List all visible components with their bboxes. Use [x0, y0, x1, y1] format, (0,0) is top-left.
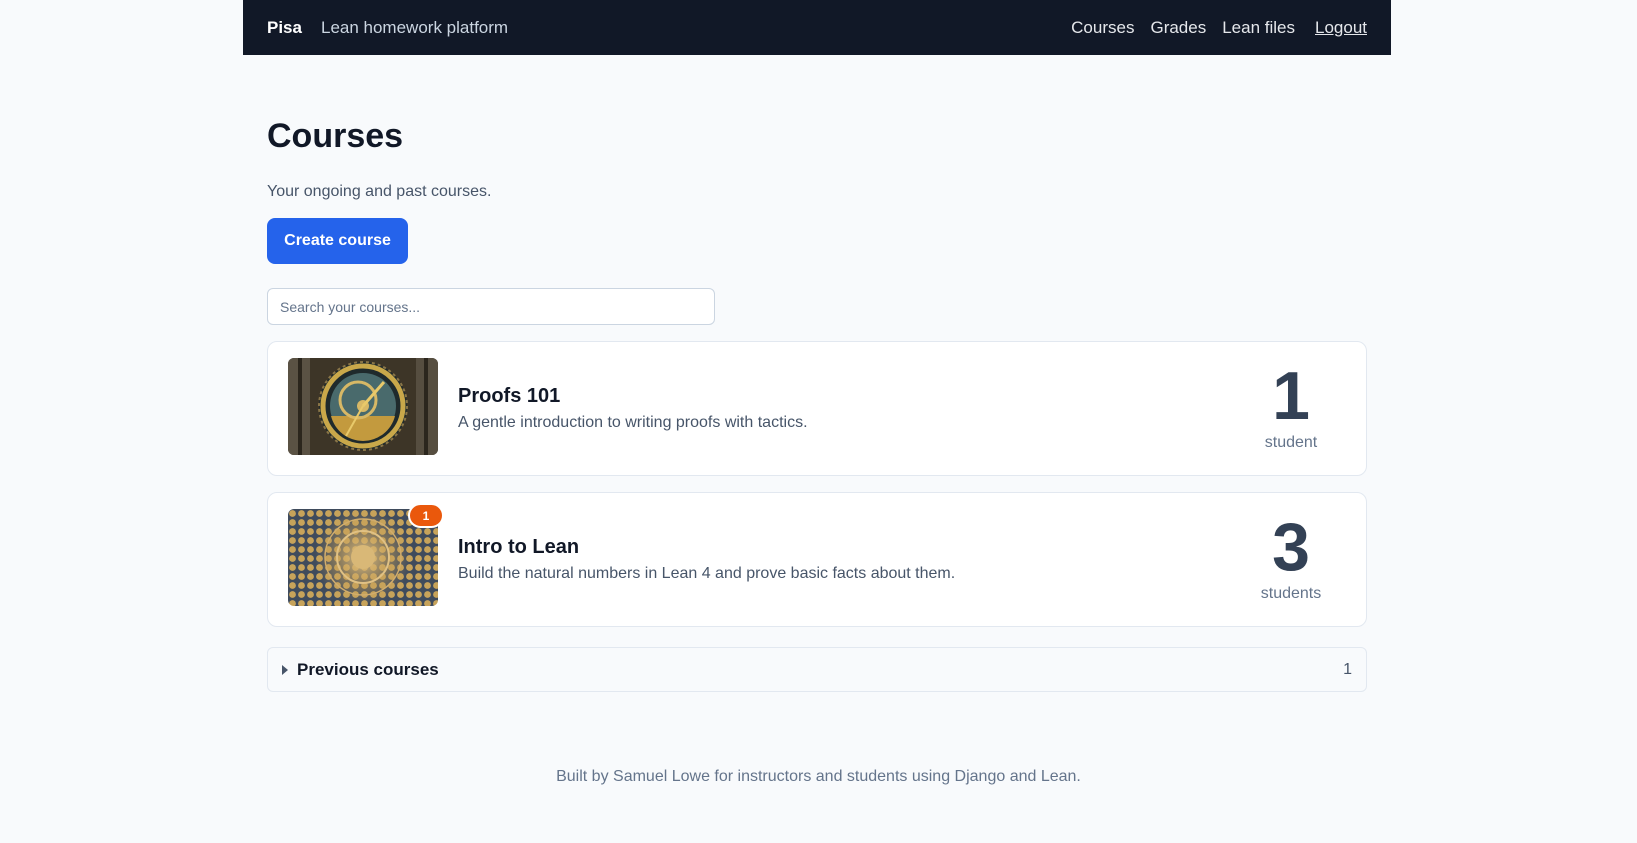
nav-link-grades[interactable]: Grades [1150, 18, 1206, 38]
nav-link-courses[interactable]: Courses [1071, 18, 1134, 38]
course-description: Build the natural numbers in Lean 4 and … [458, 565, 956, 582]
astronomical-clock-image [288, 358, 438, 455]
student-count-number: 1 [1272, 358, 1310, 434]
brand-tagline: Lean homework platform [320, 17, 509, 37]
student-count: 3 students [1246, 511, 1336, 603]
course-description: A gentle introduction to writing proofs … [458, 414, 808, 431]
create-course-button[interactable]: Create course [267, 218, 408, 264]
student-count: 1 student [1246, 360, 1336, 452]
page-subtitle: Your ongoing and past courses. [267, 183, 492, 200]
page-title: Courses [267, 117, 404, 155]
course-card[interactable]: Proofs 101 A gentle introduction to writ… [267, 341, 1367, 476]
notification-badge: 1 [408, 503, 444, 528]
top-navbar: Pisa Lean homework platform Courses Grad… [243, 0, 1391, 55]
main-nav: Courses Grades Lean files Logout [1055, 18, 1367, 38]
nav-link-lean-files[interactable]: Lean files [1222, 18, 1295, 38]
logout-link[interactable]: Logout [1315, 18, 1367, 38]
course-title[interactable]: Proofs 101 [458, 385, 560, 408]
page-footer: Built by Samuel Lowe for instructors and… [556, 768, 1081, 785]
brand-name[interactable]: Pisa [267, 18, 302, 38]
student-count-number: 3 [1272, 509, 1310, 585]
previous-courses-count: 1 [1343, 660, 1352, 678]
course-card[interactable]: 1 Intro to Lean Build the natural number… [267, 492, 1367, 627]
previous-courses-toggle[interactable]: Previous courses 1 [267, 647, 1367, 692]
course-title[interactable]: Intro to Lean [458, 536, 579, 559]
student-count-label: students [1260, 585, 1322, 602]
previous-courses-label: Previous courses [297, 659, 439, 679]
student-count-label: student [1264, 434, 1318, 451]
caret-right-icon [282, 664, 288, 675]
course-search-input[interactable] [267, 288, 715, 325]
